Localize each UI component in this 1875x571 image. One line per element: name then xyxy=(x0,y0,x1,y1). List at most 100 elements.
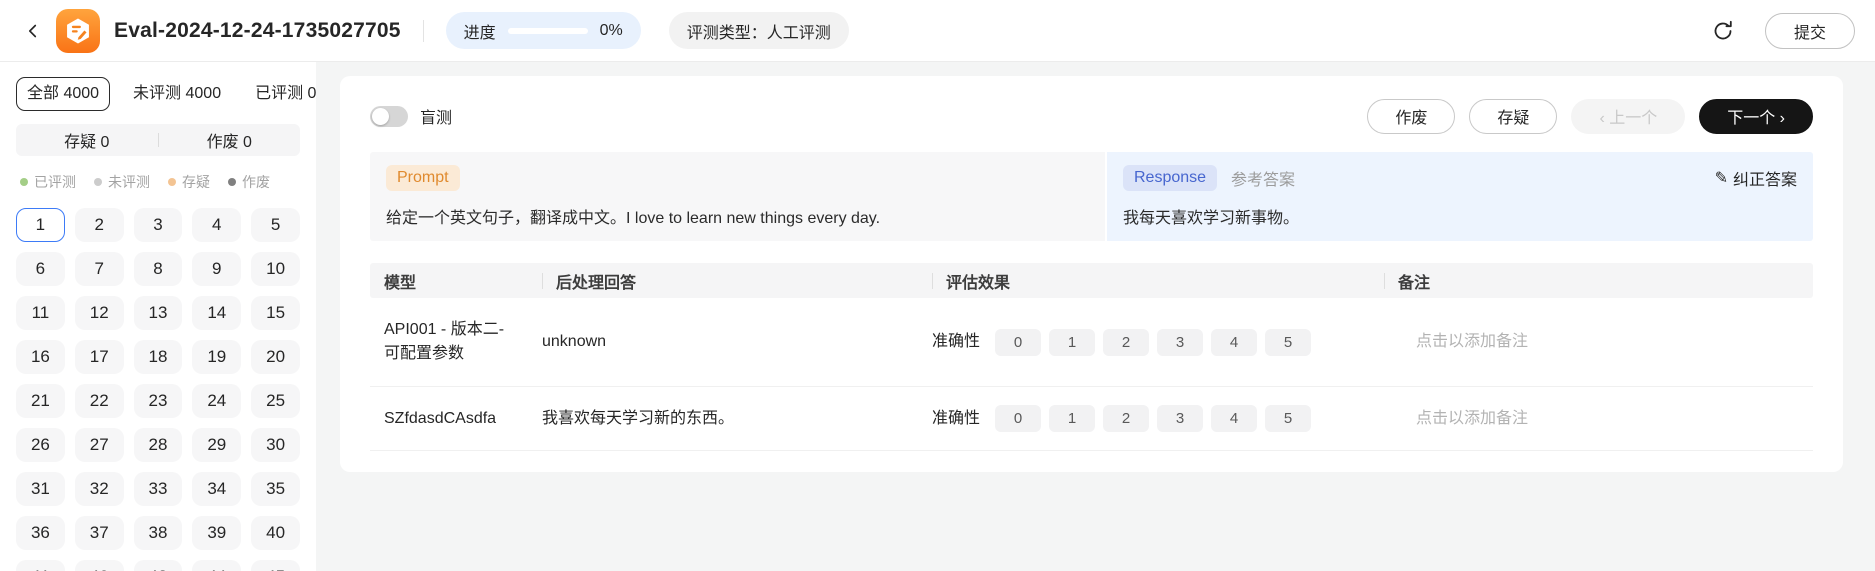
page-cell[interactable]: 17 xyxy=(74,340,124,374)
page-cell[interactable]: 8 xyxy=(133,252,183,286)
sidebar-tab[interactable]: 已评测 0 xyxy=(244,77,327,111)
next-button[interactable]: 下一个 › xyxy=(1699,98,1813,134)
page-cell[interactable]: 36 xyxy=(16,516,65,550)
score-button[interactable]: 1 xyxy=(1049,405,1096,432)
page-cell[interactable]: 14 xyxy=(192,296,242,330)
page-cell[interactable]: 11 xyxy=(16,296,65,330)
page-cell[interactable]: 40 xyxy=(251,516,300,550)
score-button[interactable]: 2 xyxy=(1103,328,1150,356)
score-button[interactable]: 1 xyxy=(1049,328,1096,356)
metric-label: 准确性 xyxy=(932,333,981,350)
page-cell[interactable]: 33 xyxy=(133,472,183,506)
prompt-badge: Prompt xyxy=(386,165,460,191)
page-cell[interactable]: 18 xyxy=(133,340,183,374)
page-cell[interactable]: 21 xyxy=(16,384,65,418)
response-badge[interactable]: Response xyxy=(1123,165,1218,191)
refresh-icon[interactable] xyxy=(1709,17,1737,45)
page-cell[interactable]: 1 xyxy=(16,208,65,242)
page-cell[interactable]: 15 xyxy=(251,296,300,330)
table-header-cell: 模型 xyxy=(370,269,528,293)
app-logo-icon xyxy=(56,8,100,53)
page-cell[interactable]: 12 xyxy=(74,296,124,330)
page-cell[interactable]: 16 xyxy=(16,340,65,374)
page-cell[interactable]: 31 xyxy=(16,472,65,506)
page-cell[interactable]: 3 xyxy=(133,208,183,242)
page-cell[interactable]: 6 xyxy=(16,252,65,286)
score-button[interactable]: 0 xyxy=(995,405,1042,432)
page-cell[interactable]: 37 xyxy=(74,516,124,550)
legend-item: 作废 xyxy=(228,172,270,192)
score-button[interactable]: 3 xyxy=(1157,328,1204,356)
page-cell[interactable]: 38 xyxy=(133,516,183,550)
metric-label: 准确性 xyxy=(932,409,981,427)
page-cell[interactable]: 35 xyxy=(251,472,300,506)
page-cell[interactable]: 25 xyxy=(251,384,300,418)
page-cell[interactable]: 45 xyxy=(251,560,300,571)
score-button[interactable]: 3 xyxy=(1157,405,1204,432)
blind-test-toggle[interactable] xyxy=(370,105,408,127)
page-cell[interactable]: 28 xyxy=(133,428,183,462)
invalidate-button[interactable]: 作废 xyxy=(1367,98,1456,134)
page-cell[interactable]: 30 xyxy=(251,428,300,462)
page-cell[interactable]: 10 xyxy=(251,252,300,286)
prev-button[interactable]: ‹ 上一个 xyxy=(1571,98,1686,134)
reference-answer-tab[interactable]: 参考答案 xyxy=(1231,166,1295,190)
pencil-icon: ✎ xyxy=(1714,170,1728,187)
response-panel: Response 参考答案 ✎ 纠正答案 我每天喜欢学习新事物。 xyxy=(1107,152,1813,241)
page-cell[interactable]: 2 xyxy=(74,208,124,242)
correct-answer-link[interactable]: ✎ 纠正答案 xyxy=(1715,166,1797,190)
page-title: Eval-2024-12-24-1735027705 xyxy=(114,18,401,42)
page-cell[interactable]: 9 xyxy=(192,252,242,286)
page-cell[interactable]: 22 xyxy=(74,384,124,418)
score-button[interactable]: 2 xyxy=(1103,405,1150,432)
sidebar-tab[interactable]: 全部 4000 xyxy=(16,77,111,111)
page-cell[interactable]: 44 xyxy=(192,560,242,571)
score-buttons: 012345 xyxy=(995,405,1312,432)
legend-label: 未评测 xyxy=(108,174,150,190)
page-cell[interactable]: 34 xyxy=(192,472,242,506)
table-header-cell: 后处理回答 xyxy=(528,269,918,293)
score-button[interactable]: 4 xyxy=(1211,328,1258,356)
legend-dot-icon xyxy=(168,178,176,186)
sidebar-status-tab[interactable]: 作废 0 xyxy=(159,128,301,152)
page-cell[interactable]: 4 xyxy=(192,208,242,242)
sidebar-status-tab[interactable]: 存疑 0 xyxy=(16,128,158,152)
page-cell[interactable]: 39 xyxy=(192,516,242,550)
sidebar-tabs: 全部 4000 未评测 4000 已评测 0 xyxy=(16,76,316,112)
page-cell[interactable]: 42 xyxy=(74,560,124,571)
page-cell[interactable]: 13 xyxy=(133,296,183,330)
score-button[interactable]: 5 xyxy=(1265,328,1312,356)
evaluation-cell: 准确性 0 1 2 3 4 5 xyxy=(918,328,1370,356)
score-button[interactable]: 4 xyxy=(1211,405,1258,432)
doubt-button[interactable]: 存疑 xyxy=(1469,98,1558,134)
page-cell[interactable]: 43 xyxy=(133,560,183,571)
page-cell[interactable]: 41 xyxy=(16,560,65,571)
model-name-cell: SZfdasdCAsdfa xyxy=(384,409,497,427)
back-button[interactable] xyxy=(20,18,46,44)
page-cell[interactable]: 20 xyxy=(251,340,300,374)
sidebar-tab[interactable]: 未评测 4000 xyxy=(122,77,232,111)
page-cell[interactable]: 27 xyxy=(74,428,124,462)
table-header-label: 评估效果 xyxy=(946,274,1011,292)
page-cell[interactable]: 23 xyxy=(133,384,183,418)
submit-button[interactable]: 提交 xyxy=(1764,12,1855,49)
score-button[interactable]: 5 xyxy=(1265,405,1312,432)
note-placeholder[interactable]: 点击以添加备注 xyxy=(1370,330,1813,354)
note-placeholder[interactable]: 点击以添加备注 xyxy=(1370,407,1813,431)
table-body: API001 - 版本二-可配置参数 unknown 准确性 0 1 2 3 4 5 点击以添加备… xyxy=(370,298,1813,451)
page-cell[interactable]: 5 xyxy=(251,208,300,242)
results-table: 模型 后处理回答 评估效果 备注 API001 - 版本二-可配置参数 unknown 准… xyxy=(370,263,1813,451)
legend-dot-icon xyxy=(20,178,28,186)
page-cell[interactable]: 24 xyxy=(192,384,242,418)
page-cell[interactable]: 32 xyxy=(74,472,124,506)
evaluation-cell: 准确性 0 1 2 3 4 5 xyxy=(918,405,1370,432)
page-cell[interactable]: 29 xyxy=(192,428,242,462)
legend-label: 作废 xyxy=(242,174,270,190)
page-cell[interactable]: 26 xyxy=(16,428,65,462)
page-cell[interactable]: 19 xyxy=(192,340,242,374)
score-button[interactable]: 0 xyxy=(995,328,1042,356)
table-header-row: 模型 后处理回答 评估效果 备注 xyxy=(370,263,1813,298)
prompt-panel: Prompt 给定一个英文句子，翻译成中文。I love to learn ne… xyxy=(370,152,1105,241)
score-buttons: 012345 xyxy=(995,328,1312,356)
page-cell[interactable]: 7 xyxy=(74,252,124,286)
